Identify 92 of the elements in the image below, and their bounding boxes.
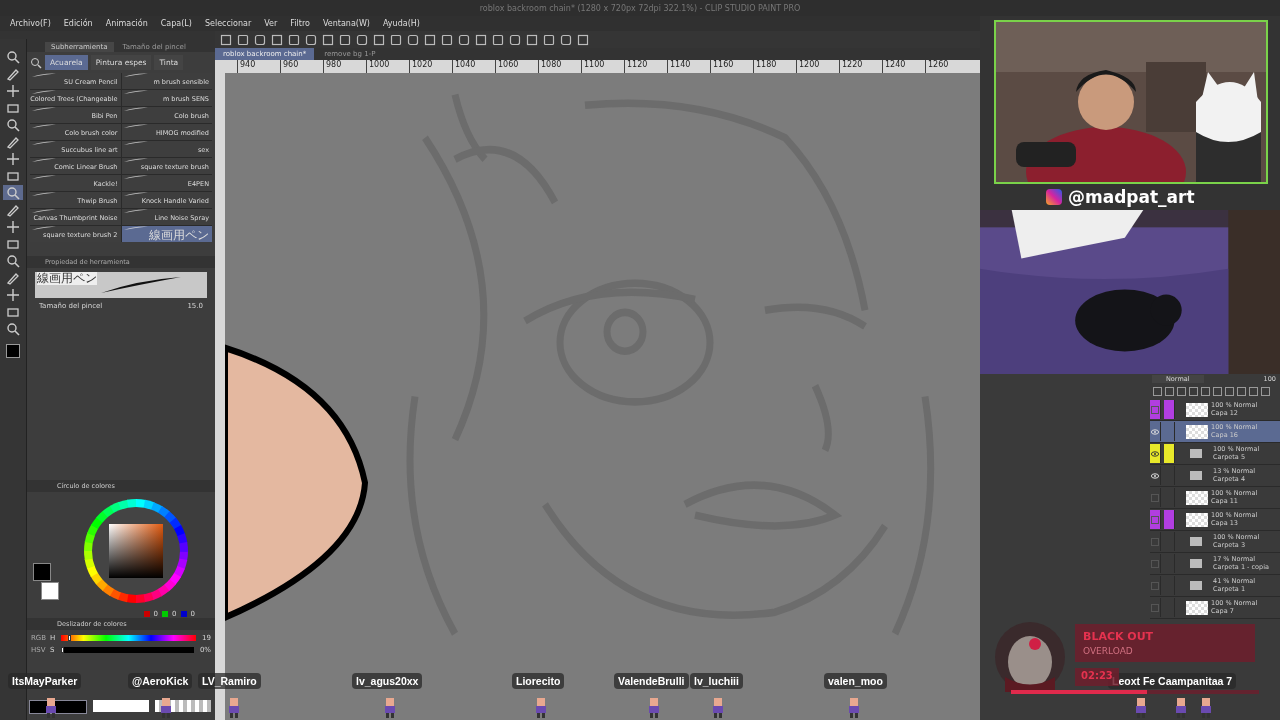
menu-item[interactable]: Edición: [63, 19, 93, 28]
toolbar-icon[interactable]: [560, 33, 572, 46]
toolbar-icon[interactable]: [475, 33, 487, 46]
chat-username: valen_moo: [824, 673, 887, 689]
toolbar-icon[interactable]: [271, 33, 283, 46]
menu-item[interactable]: Ver: [264, 19, 278, 28]
toolbar-icon[interactable]: [577, 33, 589, 46]
hue-slider[interactable]: [61, 635, 197, 641]
tool-icon: [6, 253, 20, 268]
visibility-toggle[interactable]: [1150, 532, 1161, 551]
menu-item[interactable]: Ayuda(H): [382, 19, 420, 28]
visibility-toggle[interactable]: [1150, 400, 1161, 419]
menu-item[interactable]: Archivo(F): [10, 19, 51, 28]
chat-username: @AeroKick: [128, 673, 193, 689]
visibility-toggle[interactable]: [1150, 510, 1161, 529]
folder-icon: [1190, 559, 1202, 568]
visibility-toggle[interactable]: [1150, 576, 1161, 595]
song-title: BLACK OUT: [1083, 630, 1154, 643]
chat-username: lv_agus20xx: [352, 673, 423, 689]
slider-thumb[interactable]: [60, 647, 64, 653]
eye-icon[interactable]: [1150, 422, 1161, 441]
chat-username: lv_luchiii: [690, 673, 743, 689]
tool-icon: [6, 185, 20, 200]
menu-item[interactable]: Filtro: [290, 19, 310, 28]
menu-item[interactable]: Seleccionar: [204, 19, 252, 28]
saturation-slider[interactable]: [60, 647, 194, 653]
layer-thumbnail: [1186, 490, 1208, 505]
toolbar-icon[interactable]: [509, 33, 521, 46]
layer-thumbnail: [1186, 600, 1208, 615]
pixel-avatar-icon: [648, 698, 660, 718]
layer-thumbnail: [1186, 512, 1208, 527]
folder-icon: [1190, 471, 1202, 480]
window-title: roblox backroom chain* (1280 x 720px 72dpi 322.1%) - CLIP STUDIO PAINT PRO: [479, 3, 801, 13]
toolbar-icon[interactable]: [305, 33, 317, 46]
toolbar-icon[interactable]: [339, 33, 351, 46]
pixel-avatar-icon: [712, 698, 724, 718]
color-swatch-icon[interactable]: [6, 344, 20, 358]
tool-icon: [6, 83, 20, 98]
toolbar-icon[interactable]: [373, 33, 385, 46]
folder-icon: [1190, 449, 1202, 458]
pixel-avatar-icon: [384, 698, 396, 718]
toolbar-icon[interactable]: [322, 33, 334, 46]
chat-username: LV_Ramiro: [198, 673, 261, 689]
chat-username: Liorecito: [512, 673, 565, 689]
color-swatch[interactable]: [93, 700, 149, 712]
folder-icon: [1190, 537, 1202, 546]
tool-icon: [6, 117, 20, 132]
layer-thumbnail: [1186, 424, 1208, 439]
toolbar-icon[interactable]: [254, 33, 266, 46]
search-icon[interactable]: [30, 56, 42, 69]
sub-color-swatch[interactable]: [41, 581, 59, 600]
eye-icon[interactable]: [1150, 466, 1161, 485]
tool-icon: [6, 151, 20, 166]
chat-username: ValendeBrulli: [614, 673, 689, 689]
instagram-icon: [1046, 189, 1062, 205]
pixel-avatar-icon: [535, 698, 547, 718]
toolbar-icon[interactable]: [288, 33, 300, 46]
slider-thumb[interactable]: [68, 635, 72, 641]
artist-name: OVERLOAD: [1083, 646, 1133, 656]
folder-icon: [1190, 581, 1202, 590]
visibility-toggle[interactable]: [1150, 488, 1161, 507]
tool-button[interactable]: [3, 185, 23, 200]
toolbar-icon[interactable]: [407, 33, 419, 46]
toolbar-icon[interactable]: [356, 33, 368, 46]
layer-thumbnail: [1186, 402, 1208, 417]
pixel-avatar-icon: [848, 698, 860, 718]
toolbar-icon[interactable]: [526, 33, 538, 46]
tool-icon: [6, 321, 20, 336]
toolbar-icon[interactable]: [424, 33, 436, 46]
toolbar-icon[interactable]: [220, 33, 232, 46]
menu-item[interactable]: Animación: [105, 19, 148, 28]
social-handle: @madpat_art: [1068, 187, 1195, 207]
menu-item[interactable]: Ventana(W): [322, 19, 370, 28]
toolbar-icon[interactable]: [492, 33, 504, 46]
tool-icon: [6, 49, 20, 64]
visibility-toggle[interactable]: [1150, 554, 1161, 573]
pixel-avatar-icon: [228, 698, 240, 718]
menu-item[interactable]: Capa(L): [160, 19, 192, 28]
visibility-toggle[interactable]: [1150, 598, 1161, 617]
color-wheel[interactable]: [81, 496, 191, 606]
toolbar-icon[interactable]: [441, 33, 453, 46]
brush-item[interactable]: 線画用ペン: [121, 226, 212, 242]
tool-icon: [6, 287, 20, 302]
tool-icon: [6, 219, 20, 234]
toolbar-icon[interactable]: [543, 33, 555, 46]
brush-name: 線画用ペン: [37, 272, 97, 285]
toolbar-icon[interactable]: [390, 33, 402, 46]
eye-icon[interactable]: [1150, 444, 1161, 463]
chat-username: ItsMayParker: [8, 673, 82, 689]
toolbar-icon[interactable]: [458, 33, 470, 46]
main-color-swatch[interactable]: [33, 562, 51, 581]
toolbar-icon[interactable]: [237, 33, 249, 46]
